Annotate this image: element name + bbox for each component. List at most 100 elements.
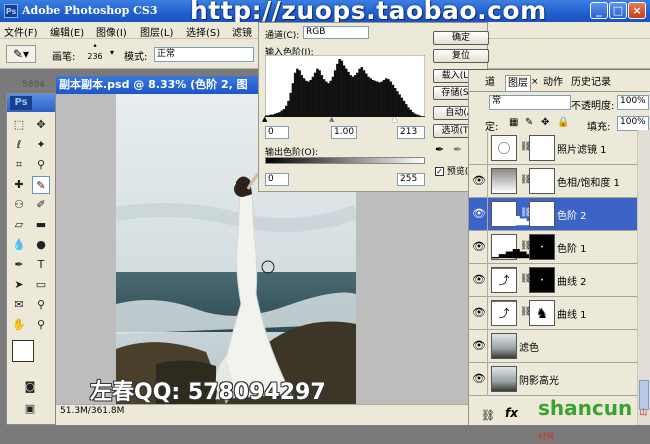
layer-row[interactable]: 👁 阴影高光 [469,363,637,396]
histogram-bin [333,70,337,117]
chevron-down-icon[interactable]: ▾ [110,48,114,57]
foreground-color-swatch[interactable] [12,340,34,362]
type-tool-icon[interactable]: T [32,256,50,274]
lock-all-icon[interactable]: 🔒 [557,117,569,128]
layer-row[interactable]: ⛓ 照片滤镜 1 [469,132,637,165]
lock-position-icon[interactable]: ✥ [541,117,549,128]
layer-mask-thumbnail[interactable] [529,135,555,161]
gray-eyedropper-icon[interactable]: ✒ [453,143,462,156]
brush-tool-icon[interactable]: ✎ [32,176,50,194]
menu-select[interactable]: 选择(S) [186,24,220,39]
input-black-field[interactable]: 0 [265,126,289,139]
visibility-eye-icon[interactable]: 👁 [472,174,486,188]
layer-row[interactable]: 👁 ▁▃▅▇▅▃ ⛓ • 色阶 1 [469,231,637,264]
pen-tool-icon[interactable]: ✒ [10,256,28,274]
photoshop-app-icon: Ps [4,4,18,18]
lasso-tool-icon[interactable]: ℓ [10,136,28,154]
tab-channels[interactable]: 道 [483,75,497,91]
black-eyedropper-icon[interactable]: ✒ [435,143,444,156]
magic-wand-tool-icon[interactable]: ✦ [32,136,50,154]
crop-tool-icon[interactable]: ⌗ [10,156,28,174]
menu-file[interactable]: 文件(F) [4,24,38,39]
marquee-tool-icon[interactable]: ⬚ [10,116,28,134]
lock-pixels-icon[interactable]: ✎ [525,117,533,128]
histogram-bin [367,76,370,117]
eyedropper-tool-icon[interactable]: ⚲ [32,156,50,174]
layer-row[interactable]: 👁 ⛓ 色相/饱和度 1 [469,165,637,198]
reset-button[interactable]: 复位 [433,49,489,63]
channel-select[interactable]: RGB [303,26,369,39]
visibility-eye-icon[interactable] [472,141,486,155]
menu-layer[interactable]: 图层(L) [140,24,173,39]
eraser-tool-icon[interactable]: ▱ [10,216,28,234]
layer-mask-thumbnail[interactable] [529,201,555,227]
visibility-eye-icon[interactable]: 👁 [472,339,486,353]
visibility-eye-icon[interactable]: 👁 [472,372,486,386]
fx-icon[interactable]: fx [505,406,518,420]
path-select-tool-icon[interactable]: ➤ [10,276,28,294]
lock-transparency-icon[interactable]: ▦ [509,117,518,128]
opacity-field[interactable]: 100% [617,95,649,110]
tab-close-icon[interactable]: × [531,77,539,87]
output-white-field[interactable]: 255 [397,173,425,186]
layer-mask-thumbnail[interactable]: ♞ [529,300,555,326]
mode-select[interactable]: 正常 [154,47,254,62]
close-button[interactable]: × [628,2,646,19]
gray-point-slider-icon[interactable]: ▲ [329,115,334,123]
histogram-bin [300,75,304,117]
tab-history[interactable]: 历史记录 [569,75,613,91]
layer-mask-thumbnail[interactable]: • [529,267,555,293]
input-gamma-field[interactable]: 1.00 [331,126,357,139]
move-tool-icon[interactable]: ✥ [32,116,50,134]
clone-stamp-tool-icon[interactable]: ⚇ [10,196,28,214]
visibility-eye-icon[interactable]: 👁 [472,306,486,320]
layer-mask-thumbnail[interactable] [529,168,555,194]
maximize-button[interactable]: □ [609,2,627,19]
white-point-slider-icon[interactable]: ▲ [392,115,397,123]
eyedropper2-tool-icon[interactable]: ⚲ [32,296,50,314]
quick-mask-icon[interactable]: ◙ [21,378,39,396]
hand-tool-icon[interactable]: ✋ [10,316,28,334]
healing-brush-tool-icon[interactable]: ✚ [10,176,28,194]
gradient-tool-icon[interactable]: ▬ [32,216,50,234]
output-black-field[interactable]: 0 [265,173,289,186]
histogram-bin [351,76,355,117]
input-white-field[interactable]: 213 [397,126,425,139]
blend-mode-select[interactable]: 常 [489,95,571,110]
visibility-eye-icon[interactable]: 👁 [472,273,486,287]
brush-tool-preset-icon[interactable]: ✎▾ [6,45,36,63]
histogram-bin [336,63,339,117]
visibility-eye-icon[interactable]: 👁 [472,240,486,254]
histogram-bin [407,107,410,117]
horizontal-scrollbar[interactable] [56,418,468,425]
input-slider-track[interactable]: ▲ ▲ ▲ [262,115,425,123]
layer-row[interactable]: 👁 滤色 [469,330,637,363]
notes-tool-icon[interactable]: ✉ [10,296,28,314]
link-icon[interactable]: ⛓ [481,409,495,422]
layer-row[interactable]: 👁 ▁▃▅▇▅▃ ⛓ 色阶 2 [469,198,637,231]
history-brush-tool-icon[interactable]: ✐ [32,196,50,214]
brush-picker[interactable]: • 236 [82,42,108,66]
histogram-bin [298,70,301,117]
row-divider [487,264,488,297]
fill-field[interactable]: 100% [617,116,649,131]
layer-row[interactable]: 👁 ⤴ ⛓ ♞ 曲线 1 [469,297,637,330]
minimize-button[interactable]: _ [590,2,608,19]
shape-tool-icon[interactable]: ▭ [32,276,50,294]
blur-tool-icon[interactable]: 💧 [10,236,28,254]
ok-button[interactable]: 确定 [433,31,489,45]
menu-filter[interactable]: 滤镜 [232,24,252,39]
black-point-slider-icon[interactable]: ▲ [262,115,267,123]
screen-mode-icon[interactable]: ▣ [21,400,39,418]
layers-scrollbar[interactable] [637,130,650,425]
dodge-tool-icon[interactable]: ● [32,236,50,254]
menu-image[interactable]: 图像(I) [96,24,127,39]
layer-mask-thumbnail[interactable]: • [529,234,555,260]
visibility-eye-icon[interactable]: 👁 [472,207,486,221]
layer-row[interactable]: 👁 ⤴ ⛓ • 曲线 2 [469,264,637,297]
tab-layers[interactable]: 图层 [505,75,531,91]
menu-edit[interactable]: 编辑(E) [50,24,84,39]
tab-actions[interactable]: 动作 [541,75,565,91]
histogram-bin [362,70,366,117]
zoom-tool-icon[interactable]: ⚲ [32,316,50,334]
